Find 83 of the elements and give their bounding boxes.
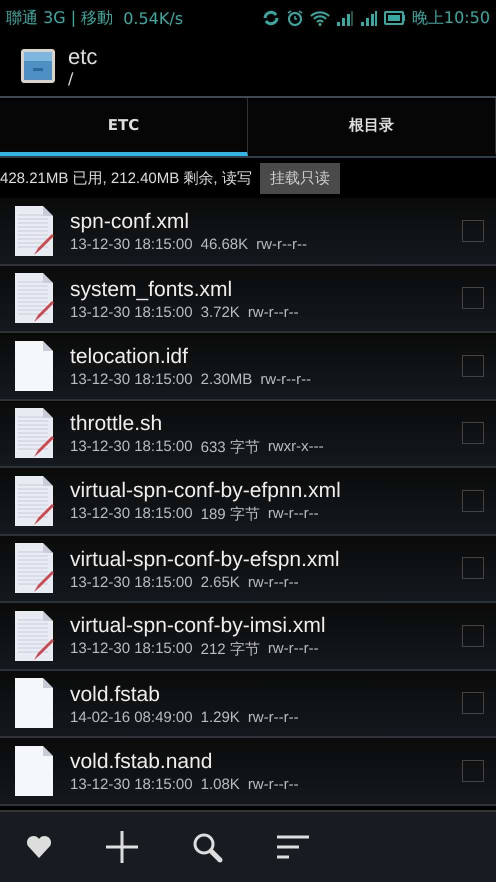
checkbox[interactable] (462, 760, 484, 782)
file-permissions: rw-r--r-- (248, 708, 299, 726)
clock: 晚上10:50 (412, 8, 490, 28)
file-name: spn-conf.xml (70, 209, 190, 236)
file-permissions: rw-r--r-- (256, 236, 307, 254)
file-size: 1.08K (200, 776, 240, 794)
checkbox[interactable] (462, 624, 484, 647)
file-date: 13-12-30 18:15:00 (70, 304, 193, 321)
storage-summary: 428.21MB 已用, 212.40MB 剩余, 读写 (0, 168, 252, 188)
file-name: vold.fstab (70, 682, 161, 708)
add-icon[interactable] (104, 830, 139, 864)
checkbox[interactable] (462, 422, 484, 444)
file-icon (14, 677, 54, 730)
tab[interactable]: ETC (0, 98, 248, 156)
file-icon (14, 744, 54, 797)
file-size: 633 字节 (200, 438, 260, 457)
file-date: 14-02-16 08:49:00 (70, 708, 193, 726)
checkbox[interactable] (462, 490, 484, 512)
file-name: telocation.idf (70, 344, 189, 370)
heart-icon[interactable] (26, 835, 52, 859)
file-permissions: rwxr-x--- (268, 438, 324, 457)
signal-icon (336, 10, 354, 26)
file-name: virtual-spn-conf-by-imsi.xml (70, 613, 327, 640)
file-row[interactable]: vold.fstab 14-02-16 08:49:00 1.29K rw-r--r-- (0, 670, 496, 738)
carrier-label: 聯通 3G | 移動 (6, 8, 114, 28)
file-date: 13-12-30 18:15:00 (70, 776, 193, 794)
file-row[interactable]: virtual-spn-conf-by-imsi.xml 13-12-30 18:15:00 212 字节 rw-r--r-- (0, 603, 496, 670)
file-size: 2.65K (200, 574, 240, 591)
mount-read-only-button[interactable]: 挂载只读 (260, 162, 340, 194)
file-name: throttle.sh (70, 410, 164, 437)
text-file-icon (14, 272, 54, 324)
search-icon[interactable] (191, 831, 224, 863)
file-row[interactable]: virtual-spn-conf-by-efpnn.xml 13-12-30 18:15:00 189 字节 rw-r--r-- (0, 468, 496, 536)
tab[interactable]: 根目录 (248, 98, 496, 156)
folder-title: etc (68, 44, 98, 70)
text-file-icon (14, 204, 54, 257)
file-date: 13-12-30 18:15:00 (70, 640, 193, 660)
file-size: 189 字节 (200, 505, 260, 524)
file-permissions: rw-r--r-- (268, 640, 319, 660)
file-name: system_fonts.xml (70, 276, 234, 303)
file-icon (14, 340, 54, 392)
checkbox[interactable] (462, 557, 484, 580)
file-name: virtual-spn-conf-by-efspn.xml (70, 546, 341, 573)
file-date: 13-12-30 18:15:00 (70, 236, 193, 254)
file-row[interactable]: vold.fstab.nand 13-12-30 18:15:00 1.08K rw-r--r-- (0, 738, 496, 806)
app-icon[interactable] (20, 48, 56, 84)
file-permissions: rw-r--r-- (248, 776, 299, 794)
network-speed: 0.54K/s (123, 8, 184, 28)
file-size: 1.29K (200, 708, 240, 726)
alarm-icon (286, 9, 304, 27)
file-size: 46.68K (200, 236, 248, 254)
checkbox[interactable] (462, 692, 484, 714)
folder-path: / (68, 70, 74, 88)
text-file-icon (14, 474, 54, 527)
file-permissions: rw-r--r-- (248, 574, 299, 591)
file-date: 13-12-30 18:15:00 (70, 438, 193, 457)
file-row[interactable]: throttle.sh 13-12-30 18:15:00 633 字节 rwxr-x--- (0, 400, 496, 468)
file-row[interactable]: virtual-spn-conf-by-efspn.xml 13-12-30 18:15:00 2.65K rw-r--r-- (0, 536, 496, 603)
text-file-icon (14, 407, 54, 460)
sort-icon[interactable] (276, 834, 310, 860)
text-file-icon (14, 542, 54, 594)
signal-icon (360, 10, 378, 26)
file-row[interactable]: spn-conf.xml 13-12-30 18:15:00 46.68K rw-r--r-- (0, 198, 496, 266)
file-date: 13-12-30 18:15:00 (70, 574, 193, 591)
battery-icon (384, 11, 406, 25)
checkbox[interactable] (462, 220, 484, 242)
file-name: vold.fstab.nand (70, 749, 214, 776)
file-size: 3.72K (200, 304, 240, 321)
file-permissions: rw-r--r-- (248, 304, 299, 321)
file-name: virtual-spn-conf-by-efpnn.xml (70, 478, 342, 504)
file-permissions: rw-r--r-- (260, 371, 312, 388)
file-row[interactable]: system_fonts.xml 13-12-30 18:15:00 3.72K rw-r--r-- (0, 266, 496, 333)
file-permissions: rw-r--r-- (268, 505, 319, 524)
file-date: 13-12-30 18:15:00 (70, 505, 193, 524)
checkbox[interactable] (462, 287, 484, 310)
sync-icon (262, 10, 280, 26)
wifi-icon (310, 10, 330, 26)
checkbox[interactable] (462, 354, 484, 377)
file-size: 212 字节 (200, 640, 260, 660)
file-date: 13-12-30 18:15:00 (70, 371, 193, 388)
file-size: 2.30MB (200, 371, 252, 388)
file-row[interactable]: telocation.idf 13-12-30 18:15:00 2.30MB rw-r--r-- (0, 333, 496, 400)
text-file-icon (14, 610, 54, 662)
